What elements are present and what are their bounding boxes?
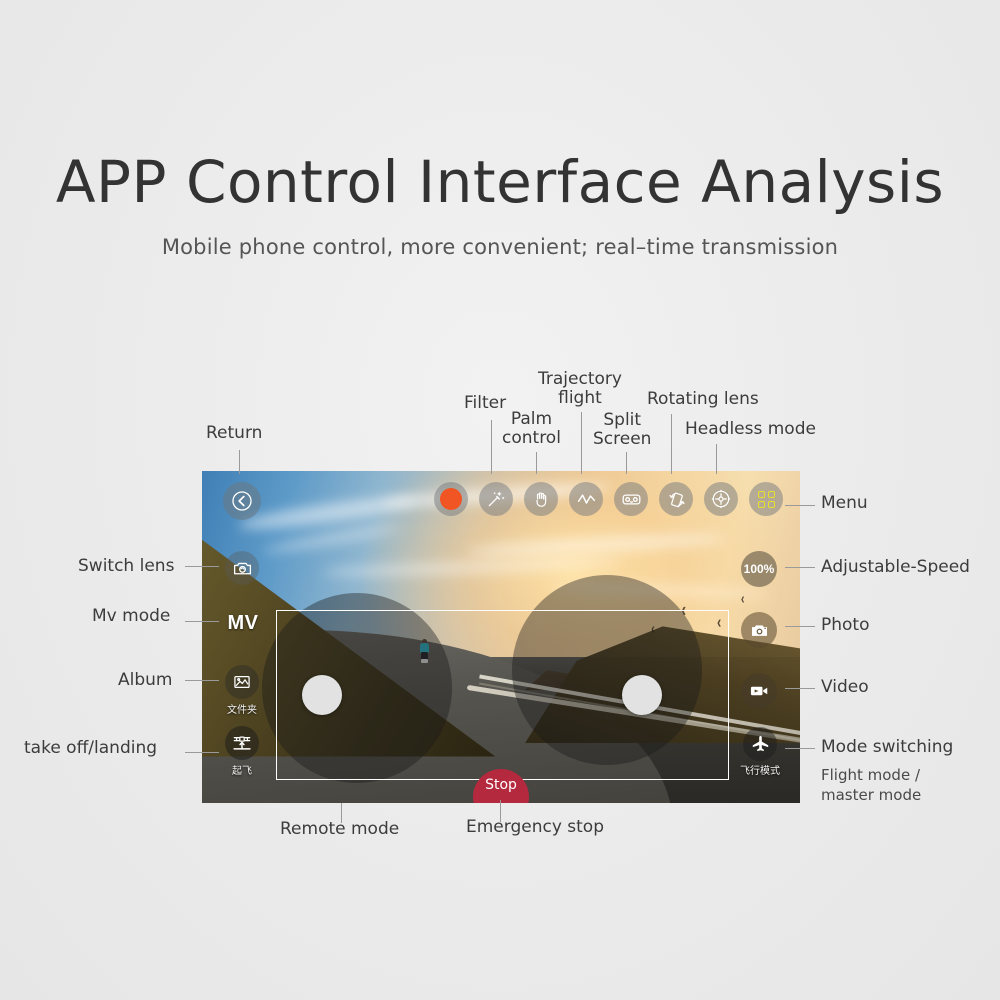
leader-line <box>185 566 219 567</box>
rotating-lens-button[interactable] <box>659 482 693 516</box>
callout-menu: Menu <box>821 493 868 513</box>
camera-switch-icon <box>233 562 251 574</box>
leader-line <box>785 505 815 506</box>
callout-mode-switching: Mode switching <box>821 737 954 757</box>
callout-mv-mode: Mv mode <box>92 606 171 626</box>
takeoff-label: 起飞 <box>232 766 252 777</box>
callout-takeoff-landing: take off/landing <box>24 738 158 758</box>
callout-palm-control: Palm control <box>502 409 561 449</box>
leader-line <box>785 748 815 749</box>
callout-headless-mode: Headless mode <box>685 419 816 439</box>
palm-control-button[interactable] <box>524 482 558 516</box>
leader-line <box>581 412 582 474</box>
switch-lens-button[interactable] <box>225 551 259 585</box>
callout-photo: Photo <box>821 615 870 635</box>
adjustable-speed-button[interactable]: 100% <box>741 551 777 587</box>
leader-line <box>671 414 672 474</box>
callout-switch-lens: Switch lens <box>78 556 175 576</box>
grid-menu-icon <box>757 490 775 508</box>
flight-mode-label: 飞行模式 <box>740 766 780 777</box>
split-screen-button[interactable] <box>614 482 648 516</box>
app-preview-screen: ❰ ❰ ❰ ❰ MV 文件夹 起飞 100% 飞行模式 Stop <box>202 471 800 803</box>
callout-trajectory: Trajectory flight <box>538 369 622 409</box>
page-subtitle: Mobile phone control, more convenient; r… <box>161 234 839 259</box>
leader-line <box>185 752 219 753</box>
leader-line <box>239 450 240 474</box>
leader-line <box>785 688 815 689</box>
callout-video: Video <box>821 677 869 697</box>
headless-mode-button[interactable] <box>704 482 738 516</box>
callout-rotating-lens: Rotating lens <box>647 389 759 409</box>
rotate-phone-icon <box>668 492 685 507</box>
photo-button[interactable] <box>741 612 777 648</box>
filter-button[interactable] <box>479 482 513 516</box>
waveform-icon <box>577 493 595 504</box>
leader-line <box>185 621 219 622</box>
video-button[interactable] <box>741 673 777 709</box>
callout-emergency-stop: Emergency stop <box>466 817 605 837</box>
leader-line <box>491 420 492 474</box>
leader-line <box>536 452 537 474</box>
mode-switching-button[interactable] <box>743 727 777 761</box>
menu-button[interactable] <box>749 482 783 516</box>
trajectory-flight-button[interactable] <box>569 482 603 516</box>
drone-takeoff-icon <box>233 736 251 750</box>
callout-remote-mode: Remote mode <box>280 819 400 839</box>
leader-line <box>716 444 717 474</box>
takeoff-landing-button[interactable] <box>225 726 259 760</box>
back-chevron-icon <box>232 491 252 511</box>
callout-mode-switching-sub: Flight mode / master mode <box>821 766 922 804</box>
video-camcorder-icon <box>750 686 768 696</box>
leader-line <box>785 626 815 627</box>
callout-return: Return <box>206 423 263 443</box>
callout-adjustable-speed: Adjustable-Speed <box>821 557 970 577</box>
leader-line <box>626 452 627 474</box>
mv-mode-button[interactable]: MV <box>222 609 264 637</box>
magic-wand-icon <box>488 491 505 507</box>
album-photo-icon <box>234 675 250 689</box>
bird-icon: ❰ <box>740 597 746 604</box>
callout-split-screen: Split Screen <box>593 410 652 450</box>
page-title: APP Control Interface Analysis <box>55 148 945 216</box>
top-toolbar <box>434 482 783 516</box>
callout-filter: Filter <box>464 393 507 413</box>
airplane-icon <box>752 735 768 751</box>
remote-mode-area <box>276 610 729 780</box>
vr-goggles-icon <box>622 493 640 505</box>
callout-album: Album <box>118 670 173 690</box>
return-button[interactable] <box>223 482 261 520</box>
album-button[interactable] <box>225 665 259 699</box>
leader-line <box>185 680 219 681</box>
leader-line <box>785 567 815 568</box>
record-dot-icon <box>440 488 462 510</box>
page-header: APP Control Interface Analysis Mobile ph… <box>0 0 1000 259</box>
record-button[interactable] <box>434 482 468 516</box>
palm-hand-icon <box>535 491 546 507</box>
photo-camera-icon <box>751 624 767 636</box>
compass-icon <box>711 489 731 509</box>
